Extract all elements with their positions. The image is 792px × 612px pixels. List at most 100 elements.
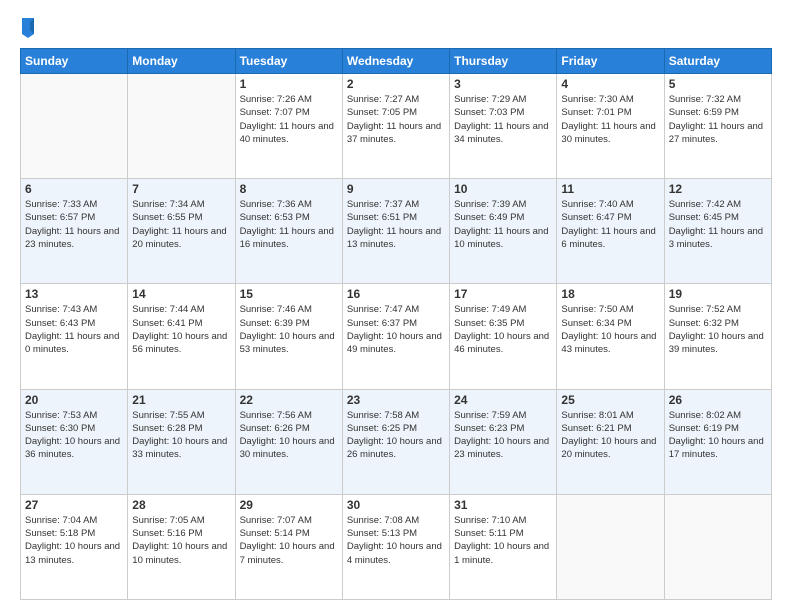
calendar-table: SundayMondayTuesdayWednesdayThursdayFrid… (20, 48, 772, 600)
day-info: Sunrise: 8:02 AM Sunset: 6:19 PM Dayligh… (669, 409, 767, 462)
day-number: 14 (132, 287, 230, 301)
day-info: Sunrise: 7:27 AM Sunset: 7:05 PM Dayligh… (347, 93, 445, 146)
day-info: Sunrise: 7:29 AM Sunset: 7:03 PM Dayligh… (454, 93, 552, 146)
day-number: 31 (454, 498, 552, 512)
day-info: Sunrise: 7:47 AM Sunset: 6:37 PM Dayligh… (347, 303, 445, 356)
calendar-cell: 8 Sunrise: 7:36 AM Sunset: 6:53 PM Daylig… (235, 179, 342, 284)
day-info: Sunrise: 7:40 AM Sunset: 6:47 PM Dayligh… (561, 198, 659, 251)
day-number: 8 (240, 182, 338, 196)
day-number: 6 (25, 182, 123, 196)
day-number: 26 (669, 393, 767, 407)
logo-icon (20, 16, 36, 38)
calendar-cell: 26 Sunrise: 8:02 AM Sunset: 6:19 PM Dayli… (664, 389, 771, 494)
calendar-row: 1 Sunrise: 7:26 AM Sunset: 7:07 PM Daylig… (21, 74, 772, 179)
calendar-cell: 2 Sunrise: 7:27 AM Sunset: 7:05 PM Daylig… (342, 74, 449, 179)
calendar-cell: 15 Sunrise: 7:46 AM Sunset: 6:39 PM Dayli… (235, 284, 342, 389)
day-number: 22 (240, 393, 338, 407)
day-number: 10 (454, 182, 552, 196)
day-info: Sunrise: 7:08 AM Sunset: 5:13 PM Dayligh… (347, 514, 445, 567)
day-number: 20 (25, 393, 123, 407)
day-info: Sunrise: 7:05 AM Sunset: 5:16 PM Dayligh… (132, 514, 230, 567)
calendar-header: SundayMondayTuesdayWednesdayThursdayFrid… (21, 49, 772, 74)
day-info: Sunrise: 7:50 AM Sunset: 6:34 PM Dayligh… (561, 303, 659, 356)
day-number: 3 (454, 77, 552, 91)
calendar-cell: 30Sunrise: 7:08 AM Sunset: 5:13 PM Dayli… (342, 494, 449, 599)
day-info: Sunrise: 7:32 AM Sunset: 6:59 PM Dayligh… (669, 93, 767, 146)
calendar-cell: 4Sunrise: 7:30 AM Sunset: 7:01 PM Daylig… (557, 74, 664, 179)
calendar-row: 6 Sunrise: 7:33 AM Sunset: 6:57 PM Daylig… (21, 179, 772, 284)
day-number: 4 (561, 77, 659, 91)
day-number: 15 (240, 287, 338, 301)
calendar-cell: 14 Sunrise: 7:44 AM Sunset: 6:41 PM Dayli… (128, 284, 235, 389)
weekday-monday: Monday (128, 49, 235, 74)
calendar-cell: 31Sunrise: 7:10 AM Sunset: 5:11 PM Dayli… (450, 494, 557, 599)
calendar-cell: 24 Sunrise: 7:59 AM Sunset: 6:23 PM Dayli… (450, 389, 557, 494)
day-number: 1 (240, 77, 338, 91)
day-number: 24 (454, 393, 552, 407)
day-number: 17 (454, 287, 552, 301)
day-number: 18 (561, 287, 659, 301)
calendar-cell: 16 Sunrise: 7:47 AM Sunset: 6:37 PM Dayli… (342, 284, 449, 389)
day-info: Sunrise: 7:36 AM Sunset: 6:53 PM Dayligh… (240, 198, 338, 251)
day-info: Sunrise: 7:46 AM Sunset: 6:39 PM Dayligh… (240, 303, 338, 356)
day-info: Sunrise: 7:49 AM Sunset: 6:35 PM Dayligh… (454, 303, 552, 356)
day-number: 2 (347, 77, 445, 91)
day-info: Sunrise: 7:39 AM Sunset: 6:49 PM Dayligh… (454, 198, 552, 251)
day-info: Sunrise: 7:43 AM Sunset: 6:43 PM Dayligh… (25, 303, 123, 356)
day-info: Sunrise: 7:34 AM Sunset: 6:55 PM Dayligh… (132, 198, 230, 251)
weekday-header-row: SundayMondayTuesdayWednesdayThursdayFrid… (21, 49, 772, 74)
header (20, 16, 772, 38)
calendar-cell: 10 Sunrise: 7:39 AM Sunset: 6:49 PM Dayli… (450, 179, 557, 284)
logo (20, 16, 36, 38)
day-info: Sunrise: 7:44 AM Sunset: 6:41 PM Dayligh… (132, 303, 230, 356)
calendar-cell: 13 Sunrise: 7:43 AM Sunset: 6:43 PM Dayli… (21, 284, 128, 389)
day-number: 16 (347, 287, 445, 301)
calendar-cell: 25 Sunrise: 8:01 AM Sunset: 6:21 PM Dayli… (557, 389, 664, 494)
day-number: 25 (561, 393, 659, 407)
calendar-cell: 3 Sunrise: 7:29 AM Sunset: 7:03 PM Daylig… (450, 74, 557, 179)
calendar-cell (557, 494, 664, 599)
calendar-row: 20 Sunrise: 7:53 AM Sunset: 6:30 PM Dayli… (21, 389, 772, 494)
weekday-wednesday: Wednesday (342, 49, 449, 74)
day-info: Sunrise: 7:55 AM Sunset: 6:28 PM Dayligh… (132, 409, 230, 462)
calendar-cell: 18 Sunrise: 7:50 AM Sunset: 6:34 PM Dayli… (557, 284, 664, 389)
calendar-cell: 27 Sunrise: 7:04 AM Sunset: 5:18 PM Dayli… (21, 494, 128, 599)
day-info: Sunrise: 7:26 AM Sunset: 7:07 PM Dayligh… (240, 93, 338, 146)
weekday-tuesday: Tuesday (235, 49, 342, 74)
day-number: 21 (132, 393, 230, 407)
day-info: Sunrise: 7:59 AM Sunset: 6:23 PM Dayligh… (454, 409, 552, 462)
day-info: Sunrise: 7:33 AM Sunset: 6:57 PM Dayligh… (25, 198, 123, 251)
day-number: 12 (669, 182, 767, 196)
calendar-cell: 6 Sunrise: 7:33 AM Sunset: 6:57 PM Daylig… (21, 179, 128, 284)
day-number: 23 (347, 393, 445, 407)
calendar-cell: 28 Sunrise: 7:05 AM Sunset: 5:16 PM Dayli… (128, 494, 235, 599)
weekday-sunday: Sunday (21, 49, 128, 74)
day-number: 5 (669, 77, 767, 91)
weekday-saturday: Saturday (664, 49, 771, 74)
day-number: 28 (132, 498, 230, 512)
calendar-cell: 20 Sunrise: 7:53 AM Sunset: 6:30 PM Dayli… (21, 389, 128, 494)
calendar-body: 1 Sunrise: 7:26 AM Sunset: 7:07 PM Daylig… (21, 74, 772, 600)
day-number: 13 (25, 287, 123, 301)
day-number: 11 (561, 182, 659, 196)
calendar-row: 13 Sunrise: 7:43 AM Sunset: 6:43 PM Dayli… (21, 284, 772, 389)
calendar-cell: 1 Sunrise: 7:26 AM Sunset: 7:07 PM Daylig… (235, 74, 342, 179)
day-info: Sunrise: 7:56 AM Sunset: 6:26 PM Dayligh… (240, 409, 338, 462)
calendar-cell: 17 Sunrise: 7:49 AM Sunset: 6:35 PM Dayli… (450, 284, 557, 389)
calendar-cell: 29 Sunrise: 7:07 AM Sunset: 5:14 PM Dayli… (235, 494, 342, 599)
weekday-thursday: Thursday (450, 49, 557, 74)
day-number: 19 (669, 287, 767, 301)
day-info: Sunrise: 7:53 AM Sunset: 6:30 PM Dayligh… (25, 409, 123, 462)
day-info: Sunrise: 7:07 AM Sunset: 5:14 PM Dayligh… (240, 514, 338, 567)
calendar-cell: 11 Sunrise: 7:40 AM Sunset: 6:47 PM Dayli… (557, 179, 664, 284)
day-info: Sunrise: 7:42 AM Sunset: 6:45 PM Dayligh… (669, 198, 767, 251)
day-info: Sunrise: 7:52 AM Sunset: 6:32 PM Dayligh… (669, 303, 767, 356)
day-number: 29 (240, 498, 338, 512)
day-info: Sunrise: 7:37 AM Sunset: 6:51 PM Dayligh… (347, 198, 445, 251)
day-number: 27 (25, 498, 123, 512)
day-info: Sunrise: 8:01 AM Sunset: 6:21 PM Dayligh… (561, 409, 659, 462)
calendar-cell: 21 Sunrise: 7:55 AM Sunset: 6:28 PM Dayli… (128, 389, 235, 494)
calendar-cell: 12 Sunrise: 7:42 AM Sunset: 6:45 PM Dayli… (664, 179, 771, 284)
calendar-cell: 7Sunrise: 7:34 AM Sunset: 6:55 PM Daylig… (128, 179, 235, 284)
day-info: Sunrise: 7:04 AM Sunset: 5:18 PM Dayligh… (25, 514, 123, 567)
